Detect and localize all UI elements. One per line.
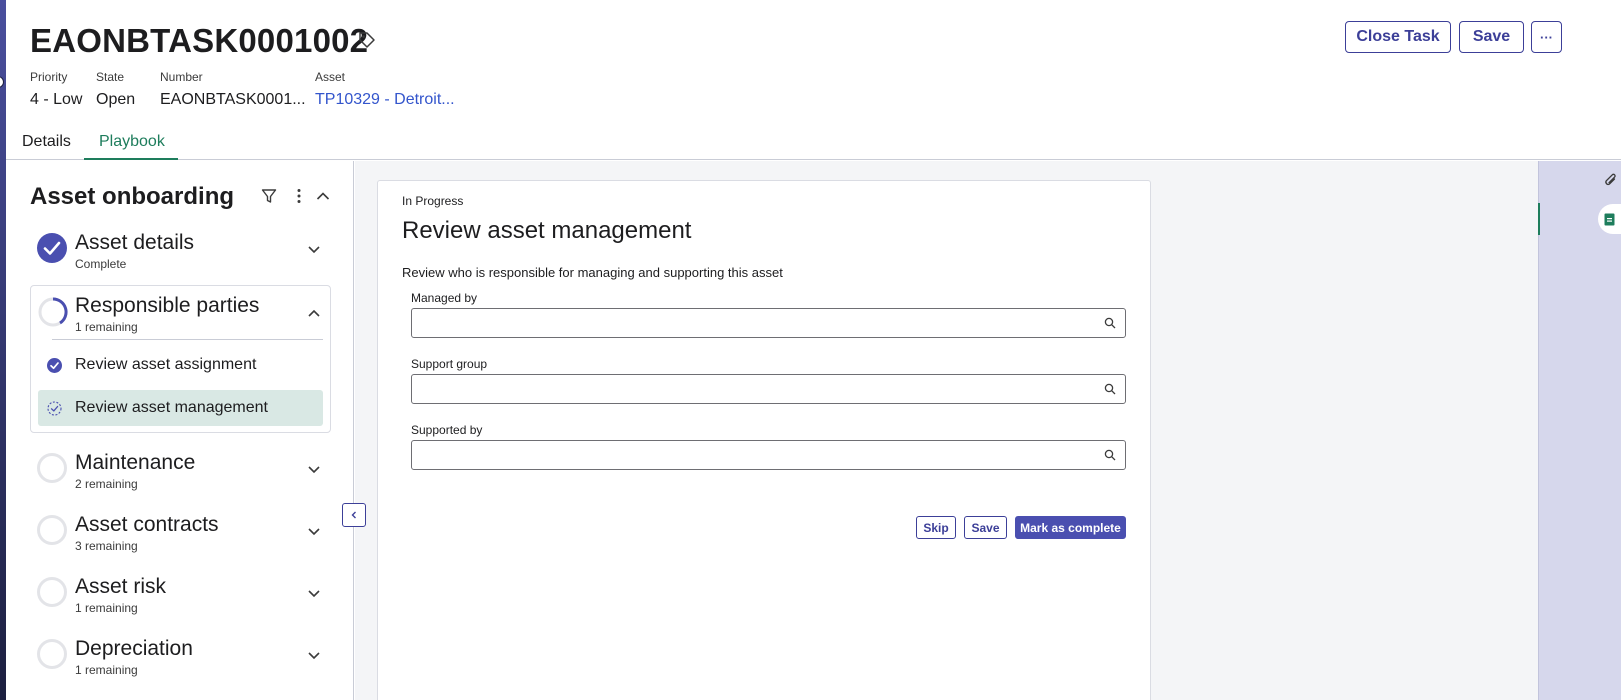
more-vertical-icon[interactable] — [290, 187, 308, 205]
supported-by-input[interactable] — [411, 440, 1126, 470]
field-asset: Asset TP10329 - Detroit... — [315, 70, 455, 109]
stage-status: 2 remaining — [75, 477, 138, 491]
task-complete-icon — [47, 358, 62, 373]
task-title: Review asset management — [402, 217, 692, 244]
search-icon[interactable] — [1104, 449, 1116, 461]
field-value: 4 - Low — [30, 91, 83, 108]
stage-status: Complete — [75, 257, 127, 271]
field-label: State — [96, 70, 125, 84]
record-title: EAONBTASK0001002 — [30, 22, 369, 59]
tab-details[interactable]: Details — [22, 133, 71, 151]
stage-name: Maintenance — [75, 451, 196, 474]
paperclip-icon[interactable] — [1604, 172, 1618, 188]
chevron-down-icon[interactable] — [306, 523, 322, 539]
pending-circle-icon — [37, 577, 67, 607]
rail-active-indicator — [1538, 203, 1540, 235]
active-tab-indicator — [84, 158, 178, 160]
stage-name: Asset details — [75, 231, 195, 254]
field-value: Open — [96, 91, 136, 108]
stage-name: Depreciation — [75, 637, 193, 660]
field-label: Number — [160, 70, 203, 84]
stage-status: 1 remaining — [75, 601, 138, 615]
task-review-asset-assignment[interactable]: Review asset assignment — [38, 347, 323, 383]
field-label: Asset — [315, 70, 346, 84]
save-task-button[interactable]: Save — [964, 516, 1007, 539]
task-review-asset-management[interactable]: Review asset management — [38, 390, 323, 426]
divider — [52, 339, 323, 340]
supported-by-label: Supported by — [411, 423, 483, 437]
complete-check-icon — [37, 233, 67, 263]
managed-by-label: Managed by — [411, 291, 478, 305]
task-status: In Progress — [402, 194, 464, 208]
task-card: In Progress Review asset management Revi… — [377, 180, 1151, 700]
collapse-panel-button[interactable] — [342, 503, 366, 527]
stage-status: 1 remaining — [75, 320, 138, 334]
search-icon[interactable] — [1104, 317, 1116, 329]
chevron-down-icon[interactable] — [306, 461, 322, 477]
support-group-label: Support group — [411, 357, 488, 371]
record-header: EAONBTASK0001002 Close Task Save ··· Pri… — [6, 0, 1621, 160]
filter-icon[interactable] — [260, 187, 278, 205]
field-value: EAONBTASK0001... — [160, 91, 306, 108]
managed-by-input[interactable] — [411, 308, 1126, 338]
chevron-down-icon[interactable] — [306, 585, 322, 601]
task-label: Review asset management — [75, 399, 268, 416]
record-sheet-button[interactable] — [1598, 204, 1621, 234]
field-priority: Priority 4 - Low — [30, 70, 82, 109]
stage-name: Responsible parties — [75, 294, 260, 317]
task-in-progress-icon — [47, 401, 62, 416]
more-actions-button[interactable]: ··· — [1531, 21, 1562, 53]
field-label: Priority — [30, 70, 68, 84]
task-description: Review who is responsible for managing a… — [402, 265, 783, 280]
task-label: Review asset assignment — [75, 356, 257, 373]
mark-as-complete-button[interactable]: Mark as complete — [1015, 516, 1126, 539]
field-state: State Open — [96, 70, 135, 109]
stage-status: 1 remaining — [75, 663, 138, 677]
pending-circle-icon — [37, 515, 67, 545]
pending-circle-icon — [37, 639, 67, 669]
playbook-content: In Progress Review asset management Revi… — [355, 161, 1538, 700]
playbook-title: Asset onboarding — [30, 183, 235, 210]
progress-ring-icon — [38, 297, 68, 327]
asset-link[interactable]: TP10329 - Detroit... — [315, 91, 455, 109]
skip-button[interactable]: Skip — [916, 516, 956, 539]
chevron-down-icon[interactable] — [306, 647, 322, 663]
pending-circle-icon — [37, 453, 67, 483]
chevron-up-icon[interactable] — [306, 305, 322, 321]
close-task-button[interactable]: Close Task — [1345, 21, 1451, 53]
document-icon — [1604, 213, 1615, 225]
save-button[interactable]: Save — [1459, 21, 1524, 53]
chevron-left-icon — [351, 511, 356, 519]
collapse-playbook-icon[interactable] — [314, 187, 332, 205]
support-group-input[interactable] — [411, 374, 1126, 404]
stage-status: 3 remaining — [75, 539, 138, 553]
stage-name: Asset contracts — [75, 513, 219, 536]
right-side-rail — [1538, 161, 1621, 700]
field-number: Number EAONBTASK0001... — [160, 70, 306, 109]
playbook-panel: Asset onboarding Asset details Complete … — [6, 161, 354, 700]
chevron-down-icon[interactable] — [306, 241, 322, 257]
stage-name: Asset risk — [75, 575, 167, 598]
tab-playbook[interactable]: Playbook — [99, 133, 165, 151]
search-icon[interactable] — [1104, 383, 1116, 395]
tag-icon[interactable] — [358, 31, 376, 49]
